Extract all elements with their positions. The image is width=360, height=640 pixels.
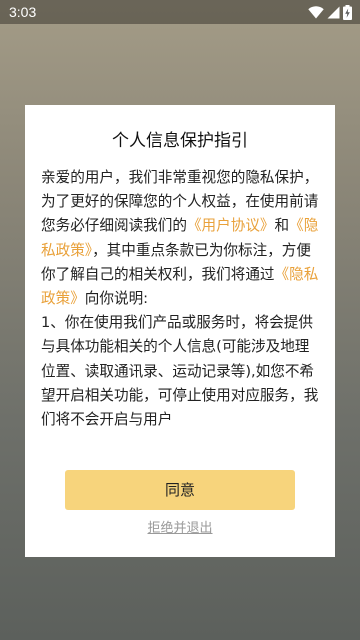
- user-agreement-link[interactable]: 《用户协议》: [187, 217, 275, 234]
- signal-icon: [327, 6, 340, 19]
- status-time: 3:03: [9, 4, 37, 20]
- dialog-title: 个人信息保护指引: [112, 131, 248, 151]
- body-text-and: 和: [274, 217, 290, 235]
- body-text-item-1: 1、你在使用我们产品或服务时，将会提供与具体功能相关的个人信息(可能涉及地理位置…: [41, 314, 319, 429]
- status-bar: 3:03: [0, 0, 360, 24]
- privacy-dialog: 个人信息保护指引 亲爱的用户，我们非常重视您的隐私保护，为了更好的保障您的个人权…: [25, 105, 335, 557]
- agree-button[interactable]: 同意: [65, 470, 295, 510]
- wifi-icon: [308, 5, 324, 19]
- reject-and-exit-link[interactable]: 拒绝并退出: [25, 519, 335, 539]
- body-text-explain: 向你说明:: [84, 290, 149, 308]
- status-icons: [308, 4, 352, 20]
- battery-charging-icon: [343, 4, 352, 20]
- dialog-body: 亲爱的用户，我们非常重视您的隐私保护，为了更好的保障您的个人权益，在使用前请您务…: [41, 166, 319, 456]
